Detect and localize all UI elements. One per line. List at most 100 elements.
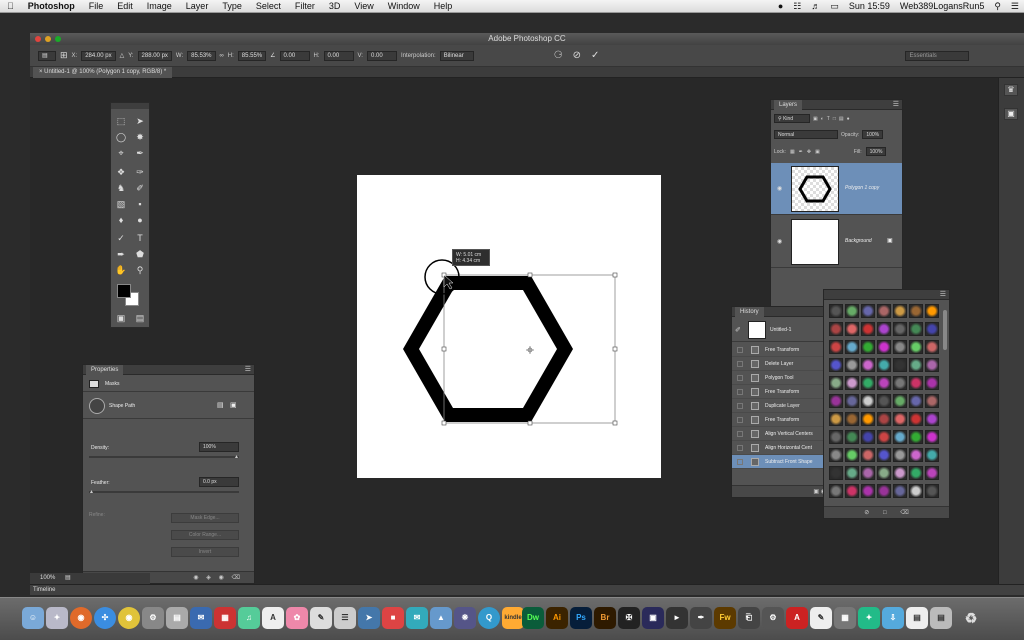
feather-slider-thumb[interactable]: ▲ (89, 489, 94, 495)
adjustments-panel-icon[interactable]: ▣ (1004, 108, 1018, 120)
select-vector-mask-icon[interactable]: ▣ (230, 393, 237, 419)
kindle-icon[interactable]: kindle (502, 607, 524, 629)
automator-icon[interactable]: ⚙ (762, 607, 784, 629)
dock-app-illustrator[interactable]: Ai (546, 607, 568, 629)
battery-icon[interactable]: ▭ (825, 1, 844, 12)
history-source-checkbox[interactable] (737, 361, 743, 367)
applications-folder-icon[interactable]: ▤ (930, 607, 952, 629)
history-source-checkbox[interactable] (737, 459, 743, 465)
style-swatch[interactable] (861, 430, 875, 444)
gradient-tool-icon[interactable]: ▪ (133, 198, 147, 211)
hand-tool-icon[interactable]: ✋ (114, 264, 128, 277)
style-swatch[interactable] (925, 322, 939, 336)
itunes-icon[interactable]: ♫ (238, 607, 260, 629)
new-document-from-state-icon[interactable]: ▣ (813, 489, 819, 495)
x-field[interactable]: 284.00 px (81, 50, 116, 61)
firefox-icon[interactable]: ◉ (70, 607, 92, 629)
style-swatch[interactable] (893, 412, 907, 426)
libraries-panel-icon[interactable]: ♛ (1004, 84, 1018, 96)
healing-brush-tool-icon[interactable]: ❖ (114, 166, 128, 179)
styles-scrollbar[interactable] (943, 310, 947, 350)
style-swatch[interactable] (877, 430, 891, 444)
menu-window[interactable]: Window (381, 1, 427, 11)
eraser-tool-icon[interactable]: ▧ (114, 198, 128, 211)
style-swatch[interactable] (861, 412, 875, 426)
flash-player-icon[interactable]: ✠ (618, 607, 640, 629)
zoom-level[interactable]: 100% (40, 575, 55, 581)
filezilla-icon[interactable]: ✦ (858, 607, 880, 629)
mask-edge-button[interactable]: Mask Edge... (171, 513, 239, 523)
style-swatch[interactable] (877, 304, 891, 318)
menu-app-photoshop[interactable]: Photoshop (21, 1, 82, 11)
maps-icon[interactable]: ➤ (358, 607, 380, 629)
facetime-icon[interactable]: ■ (382, 607, 404, 629)
style-swatch[interactable] (845, 466, 859, 480)
dock-app-photoshop[interactable]: Ps (570, 607, 592, 629)
messages-icon[interactable]: ✉ (406, 607, 428, 629)
history-state-3[interactable]: Polygon Tool (732, 371, 830, 385)
menu-layer[interactable]: Layer (179, 1, 216, 11)
quick-mask-icon[interactable]: ▣ (114, 312, 128, 325)
menu-filter[interactable]: Filter (288, 1, 322, 11)
style-swatch[interactable] (925, 466, 939, 480)
history-state-8[interactable]: Align Horizontal Cent (732, 441, 830, 455)
delete-style-icon[interactable]: ⌫ (900, 510, 908, 516)
zoom-window-button[interactable] (55, 36, 61, 42)
move-tool-icon[interactable]: ➤ (133, 115, 147, 128)
dodge-tool-icon[interactable]: ● (133, 214, 147, 227)
style-swatch[interactable] (861, 322, 875, 336)
style-swatch[interactable] (877, 466, 891, 480)
style-swatch[interactable] (909, 322, 923, 336)
menubar-clock[interactable]: Sun 15:59 (844, 1, 895, 11)
style-swatch[interactable] (877, 376, 891, 390)
premiere-icon[interactable]: ▣ (642, 607, 664, 629)
style-swatch[interactable] (893, 466, 907, 480)
downloads-icon[interactable]: ⇩ (882, 607, 904, 629)
calendar-icon[interactable]: ▦ (214, 607, 236, 629)
style-swatch[interactable] (909, 448, 923, 462)
invert-button[interactable]: Invert (171, 547, 239, 557)
new-style-icon[interactable]: □ (883, 510, 887, 516)
workspace-switcher[interactable]: Essentials (905, 50, 970, 61)
warp-mode-icon[interactable]: ⚆ (554, 50, 563, 61)
history-source-checkbox[interactable] (737, 417, 743, 423)
mail-icon[interactable]: ✉ (190, 607, 212, 629)
history-brush-tool-icon[interactable]: ✐ (133, 182, 147, 195)
clone-stamp-tool-icon[interactable]: ♞ (114, 182, 128, 195)
close-window-button[interactable] (35, 36, 41, 42)
shape-tool-icon[interactable]: ⬟ (133, 248, 147, 261)
fill-field[interactable]: 100% (865, 147, 887, 156)
style-swatch[interactable] (877, 340, 891, 354)
style-swatch[interactable] (893, 484, 907, 498)
screen-mode-icon[interactable]: ▤ (133, 312, 147, 325)
properties-tab[interactable]: Properties (86, 365, 124, 375)
minimize-window-button[interactable] (45, 36, 51, 42)
dock-app-bridge[interactable]: Br (594, 607, 616, 629)
transform-handle-br[interactable] (612, 420, 618, 426)
style-swatch[interactable] (845, 358, 859, 372)
quicktime-icon[interactable]: Q (478, 607, 500, 629)
menu-image[interactable]: Image (140, 1, 179, 11)
document-canvas[interactable] (357, 175, 661, 478)
style-swatch[interactable] (861, 376, 875, 390)
y-field[interactable]: 288.00 px (137, 50, 172, 61)
style-swatch[interactable] (877, 484, 891, 498)
textedit-icon[interactable]: ✎ (310, 607, 332, 629)
history-source-checkbox[interactable] (737, 389, 743, 395)
style-swatch[interactable] (909, 358, 923, 372)
blur-tool-icon[interactable]: ♦ (114, 214, 128, 227)
style-swatch[interactable] (909, 484, 923, 498)
filter-smart-icon[interactable]: ▤ (839, 116, 844, 122)
layer-row-background[interactable]: ◉ Background ▣ (771, 216, 902, 268)
style-swatch[interactable] (845, 448, 859, 462)
tool-preset-picker[interactable]: ▤ (38, 50, 56, 61)
color-range-button[interactable]: Color Range... (171, 530, 239, 540)
style-swatch[interactable] (845, 304, 859, 318)
toggle-mask-icon[interactable]: ◉ (219, 575, 224, 581)
preview-icon[interactable]: ▤ (166, 607, 188, 629)
style-swatch[interactable] (893, 376, 907, 390)
style-swatch[interactable] (861, 448, 875, 462)
apple-icon[interactable]:  (0, 1, 21, 11)
menu-select[interactable]: Select (249, 1, 288, 11)
menu-3d[interactable]: 3D (322, 1, 348, 11)
